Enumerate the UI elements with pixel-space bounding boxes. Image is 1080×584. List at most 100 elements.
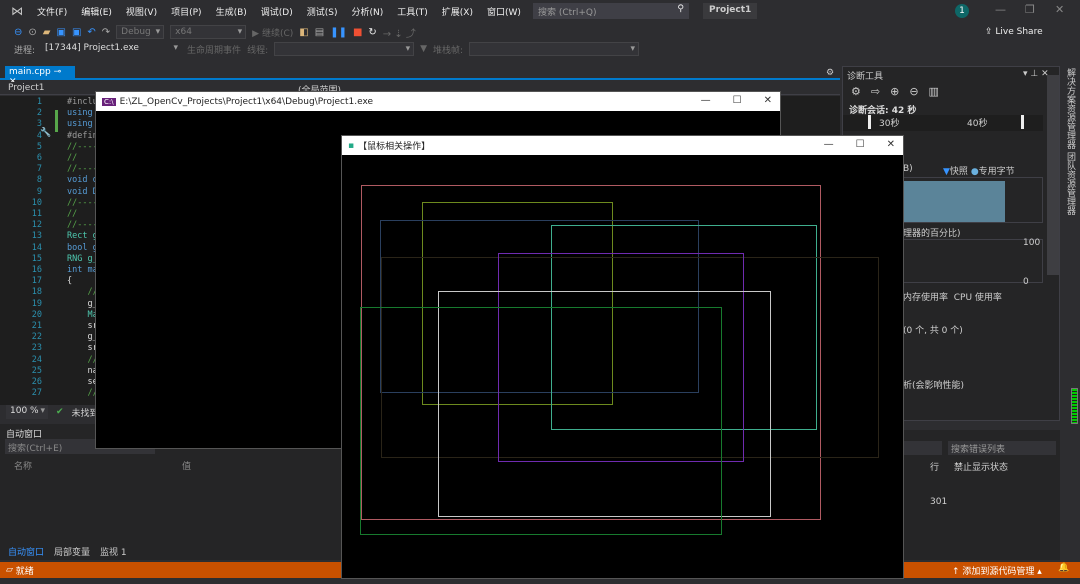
stop-icon[interactable]: ■ [353, 27, 362, 38]
export-icon[interactable]: ⇨ [871, 85, 880, 98]
settings-icon[interactable]: ⚙ [826, 68, 834, 78]
config-dropdown[interactable]: Debug [116, 25, 165, 39]
diag-title: 诊断工具 [847, 72, 884, 82]
menu-item[interactable]: 项目(P) [164, 5, 208, 18]
memory-meter [1071, 388, 1078, 424]
code-line: // [67, 388, 98, 399]
menu-item[interactable]: 工具(T) [390, 5, 435, 18]
filter-icon[interactable]: ▼ [420, 44, 427, 54]
tab-cpu-usage[interactable]: CPU 使用率 [954, 293, 1002, 303]
menu-item[interactable]: 测试(S) [300, 5, 345, 18]
timeline-handle-left[interactable] [868, 115, 871, 129]
timeline-ruler[interactable]: 30秒 40秒 [843, 115, 1043, 131]
back-icon[interactable]: ⊖ [14, 27, 22, 38]
menu-item[interactable]: 视图(V) [119, 5, 164, 18]
continue-button[interactable]: ▶ 继续(C) [252, 26, 293, 39]
restore-button[interactable]: ❐ [1025, 3, 1035, 16]
column-suppression[interactable]: 禁止显示状态 [954, 460, 1008, 473]
live-share-button[interactable]: ⇪ Live Share [985, 27, 1043, 37]
code-line: #inclu [67, 97, 98, 107]
error-row-line[interactable]: 301 [930, 497, 947, 507]
screenshot-icon[interactable]: ▤ [315, 27, 324, 38]
menu-item[interactable]: 扩展(X) [435, 5, 480, 18]
error-list-panel: se 搜索错误列表 行 禁止显示状态 301 [880, 430, 1060, 560]
menu-item[interactable]: 窗口(W) [480, 5, 528, 18]
menu-item[interactable]: 分析(N) [344, 5, 390, 18]
window-icon: ▪ [348, 140, 355, 151]
line-number: 8 [36, 175, 42, 186]
code-line: se [67, 377, 98, 387]
opencv-titlebar[interactable]: ▪ 【鼠标相关操作】 — ☐ ✕ [342, 136, 903, 155]
console-icon: C:\ [102, 97, 116, 106]
snapshot-icon: ▼ [943, 167, 950, 177]
forward-icon[interactable]: ⊙ [28, 27, 36, 38]
timeline-handle-right[interactable] [1021, 115, 1024, 129]
stackframe-dropdown[interactable] [469, 42, 640, 56]
diag-scrollbar[interactable] [1047, 75, 1059, 275]
restart-icon[interactable]: ↻ [368, 27, 376, 38]
reset-view-icon[interactable]: ▥ [929, 85, 939, 98]
line-number: 23 [31, 343, 42, 354]
console-titlebar[interactable]: C:\ E:\ZL_OpenCv_Projects\Project1\x64\De… [96, 92, 780, 111]
source-control-button[interactable]: ↑ 添加到源代码管理 ▴ [952, 564, 1042, 577]
tab-memory-usage[interactable]: 内存使用率 [903, 293, 948, 303]
analysis-option[interactable]: 析(会影响性能) [903, 378, 964, 391]
column-name[interactable]: 名称 [14, 459, 32, 472]
minimize-button[interactable]: — [995, 3, 1006, 16]
zoom-dropdown[interactable]: 100 % [6, 405, 48, 419]
notification-badge[interactable]: 1 [955, 4, 969, 18]
lifecycle-events-button[interactable]: 生命周期事件 [187, 43, 241, 56]
save-all-icon[interactable]: ▣ [72, 27, 81, 38]
zoom-in-icon[interactable]: ⊕ [890, 85, 899, 98]
autos-search-placeholder: 搜索(Ctrl+E) [8, 444, 63, 454]
opencv-canvas[interactable] [342, 155, 903, 578]
settings-icon[interactable]: ⚙ [851, 85, 861, 98]
source-control-label: 添加到源代码管理 [962, 567, 1035, 577]
legend: ▼快照 ●专用字节 [943, 164, 1015, 177]
platform-dropdown[interactable]: x64 [170, 25, 247, 39]
opencv-window[interactable]: ▪ 【鼠标相关操作】 — ☐ ✕ [341, 135, 904, 579]
pin-icon[interactable]: ⊸ [54, 67, 62, 77]
project-dropdown[interactable]: Project1 [8, 83, 45, 93]
error-search-input[interactable]: 搜索错误列表 [948, 441, 1056, 455]
thread-dropdown[interactable] [274, 42, 415, 56]
diag-window-controls[interactable]: ▾ ⊥ ✕ [1023, 69, 1049, 79]
line-number: 20 [31, 309, 42, 320]
menu-item[interactable]: 生成(B) [209, 5, 254, 18]
tab-main-cpp[interactable]: main.cpp ⊸ ✕ [5, 66, 75, 87]
column-line[interactable]: 行 [930, 460, 939, 473]
team-explorer-tab[interactable]: 团队资源管理器 [1064, 152, 1077, 215]
close-button[interactable]: ✕ [764, 95, 772, 106]
process-icon[interactable]: ◧ [299, 27, 308, 38]
open-folder-icon[interactable]: ▰ [43, 27, 51, 38]
zoom-out-icon[interactable]: ⊖ [909, 85, 918, 98]
line-number: 5 [36, 141, 42, 152]
pause-icon[interactable]: ❚❚ [330, 27, 347, 38]
legend-private-bytes: 专用字节 [978, 167, 1015, 177]
process-dropdown[interactable]: [17344] Project1.exe [41, 42, 181, 56]
maximize-button[interactable]: ☐ [733, 95, 742, 106]
save-icon[interactable]: ▣ [56, 27, 65, 38]
minimize-button[interactable]: — [701, 95, 711, 106]
search-icon: ⚲ [677, 4, 684, 14]
error-search-placeholder: 搜索错误列表 [951, 445, 1006, 455]
solution-explorer-tab[interactable]: 解决方案资源管理器 [1064, 68, 1077, 149]
bell-icon[interactable]: 🔔 [1058, 563, 1069, 573]
autos-tab[interactable]: 监视 1 [100, 545, 127, 558]
maximize-button[interactable]: ☐ [856, 139, 865, 150]
close-button[interactable]: ✕ [1055, 3, 1064, 16]
minimize-button[interactable]: — [824, 139, 834, 150]
menu-item[interactable]: 文件(F) [30, 5, 74, 18]
autos-tab[interactable]: 局部变量 [54, 545, 90, 558]
diag-tabs: 内存使用率 CPU 使用率 [903, 290, 1002, 303]
close-button[interactable]: ✕ [887, 139, 895, 150]
search-input[interactable]: 搜索 (Ctrl+Q) ⚲ [533, 3, 689, 19]
menu-item[interactable]: 调试(D) [254, 5, 300, 18]
autos-tab[interactable]: 自动窗口 [8, 545, 44, 558]
column-value[interactable]: 值 [182, 459, 191, 472]
undo-icon[interactable]: ↶ [87, 27, 95, 38]
menu-item[interactable]: 编辑(E) [74, 5, 119, 18]
step-icon[interactable]: → ⇣ ⤴ [383, 25, 416, 40]
line-number: 4 [36, 130, 42, 141]
redo-icon[interactable]: ↷ [102, 27, 110, 38]
